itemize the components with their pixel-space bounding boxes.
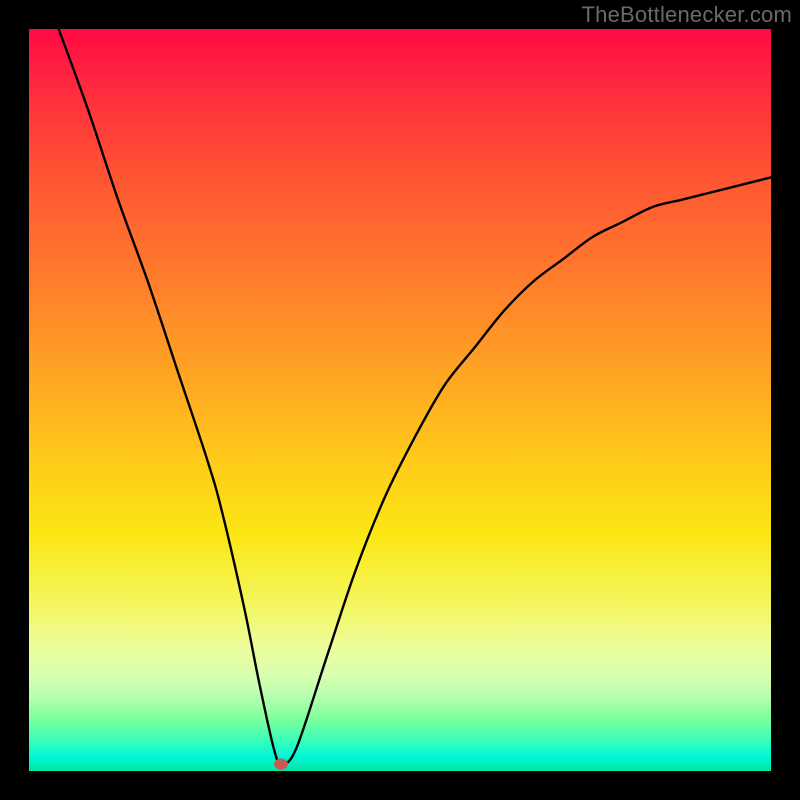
chart-frame: TheBottlenecker.com [0, 0, 800, 800]
attribution-text: TheBottlenecker.com [582, 2, 792, 28]
plot-area [29, 29, 771, 771]
bottleneck-curve [29, 29, 771, 771]
optimum-marker [274, 758, 288, 769]
